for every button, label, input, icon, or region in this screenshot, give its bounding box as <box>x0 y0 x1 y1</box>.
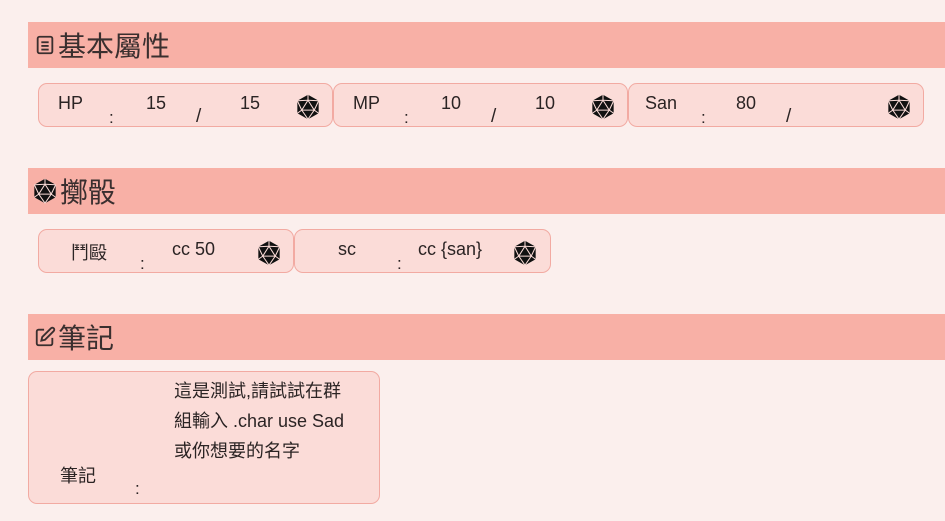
d20-icon <box>32 178 58 204</box>
attribute-colon: : <box>109 108 114 127</box>
attribute-slash: / <box>786 106 792 127</box>
notes-card: 筆記 : 這是測試,請試試在群 組輸入 .char use Sad 或你想要的名… <box>28 371 380 504</box>
section-header-notes: 筆記 <box>28 314 945 360</box>
attribute-colon: : <box>701 108 706 127</box>
roll-card-sc: sc : cc {san} <box>294 229 551 273</box>
attribute-max-value[interactable]: 15 <box>240 93 260 114</box>
attribute-slash: / <box>491 106 497 127</box>
notes-label: 筆記 <box>60 466 96 486</box>
notes-line: 這是測試,請試試在群 <box>174 381 342 401</box>
d20-icon[interactable] <box>512 240 538 266</box>
notes-line: 或你想要的名字 <box>174 441 300 461</box>
attribute-max-value[interactable]: 10 <box>535 93 555 114</box>
attribute-label: HP <box>58 93 84 113</box>
section-header-basic: 基本屬性 <box>28 22 945 68</box>
d20-icon[interactable] <box>256 240 282 266</box>
roll-command[interactable]: cc {san} <box>418 239 482 260</box>
attribute-label: MP <box>353 93 380 113</box>
section-header-roll: 擲骰 <box>28 168 945 214</box>
roll-card-brawl: 鬥毆 : cc 50 <box>38 229 294 273</box>
notes-textarea[interactable]: 這是測試,請試試在群 組輸入 .char use Sad 或你想要的名字 <box>174 376 374 466</box>
section-title-basic: 基本屬性 <box>58 30 171 63</box>
roll-label: sc <box>338 239 356 259</box>
d20-icon[interactable] <box>886 94 912 120</box>
roll-command[interactable]: cc 50 <box>172 239 215 260</box>
attribute-slash: / <box>196 106 202 127</box>
attribute-card-mp: MP : 10 / 10 <box>333 83 628 127</box>
d20-icon[interactable] <box>295 94 321 120</box>
attribute-current-value[interactable]: 10 <box>441 93 461 114</box>
section-title-roll: 擲骰 <box>60 176 117 209</box>
attribute-card-hp: HP : 15 / 15 <box>38 83 333 127</box>
section-title-notes: 筆記 <box>58 322 115 355</box>
list-icon <box>36 35 54 55</box>
attribute-label: San <box>645 93 678 113</box>
attribute-current-value[interactable]: 15 <box>146 93 166 114</box>
roll-colon: : <box>397 254 402 273</box>
notes-colon: : <box>135 479 140 498</box>
attribute-colon: : <box>404 108 409 127</box>
d20-icon[interactable] <box>590 94 616 120</box>
roll-colon: : <box>140 254 145 273</box>
edit-icon <box>35 326 56 347</box>
attribute-card-san: San : 80 / <box>628 83 924 127</box>
attribute-current-value[interactable]: 80 <box>736 93 756 114</box>
notes-line: 組輸入 .char use Sad <box>174 411 345 431</box>
roll-label: 鬥毆 <box>71 243 107 263</box>
